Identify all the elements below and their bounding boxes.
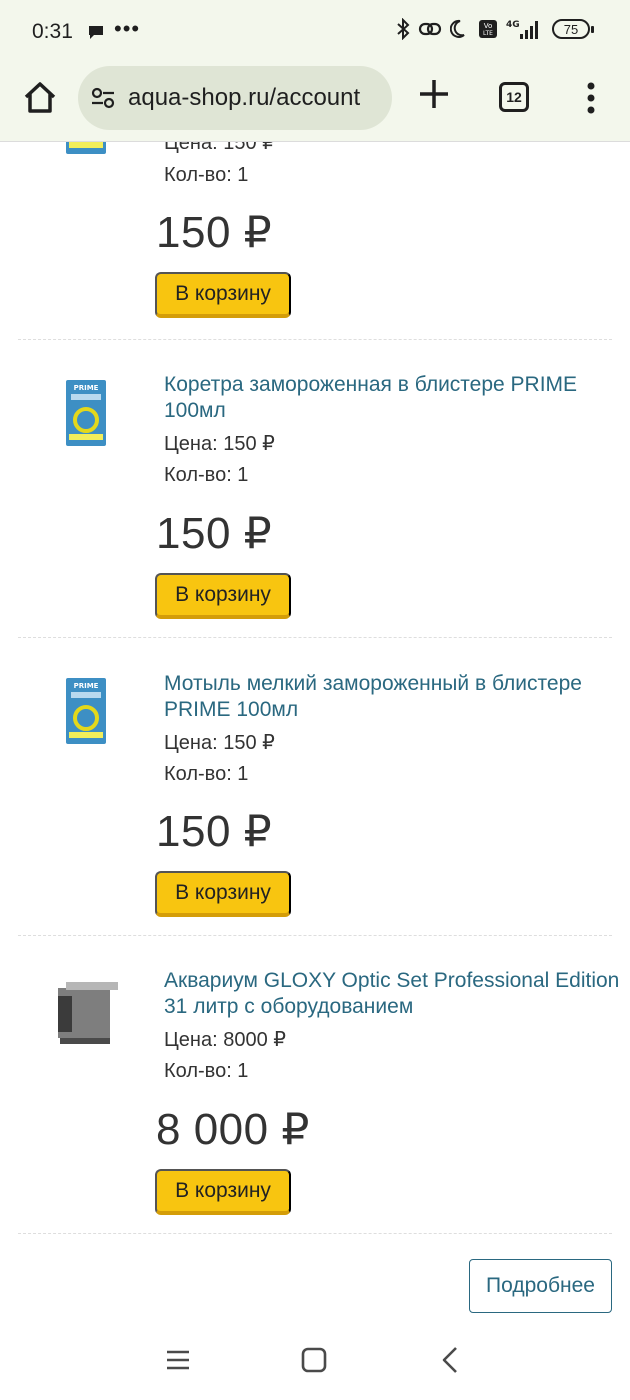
more-menu-icon[interactable] — [578, 78, 604, 118]
product-thumbnail[interactable]: PRIME — [36, 370, 130, 464]
do-not-disturb-moon-icon — [450, 19, 465, 38]
list-item: PRIME Коретра замороженная в блистере PR… — [18, 340, 612, 638]
item-quantity: Кол-во: 1 — [164, 164, 249, 186]
item-quantity: Кол-во: 1 — [164, 763, 249, 785]
site-settings-icon[interactable] — [90, 85, 116, 111]
order-items-list: Цена: 150 ₽ Кол-во: 1 150 ₽ В корзину PR… — [0, 142, 630, 1328]
list-item: Цена: 150 ₽ Кол-во: 1 150 ₽ В корзину — [18, 142, 612, 340]
svg-text:4G: 4G — [506, 20, 520, 30]
item-price-line: Цена: 8000 ₽ — [164, 1029, 286, 1051]
item-price: 150 ₽ — [156, 509, 273, 558]
item-title-link[interactable]: Мотыль мелкий замороженный в блистере PR… — [164, 671, 624, 723]
battery-level: 75 — [563, 21, 579, 37]
status-time: 0:31 — [32, 20, 73, 43]
status-bar: 0:31 ••• Vo LTE 4G 75 — [0, 0, 630, 62]
product-thumbnail[interactable] — [36, 142, 130, 176]
volte-icon: Vo LTE — [479, 20, 497, 38]
item-quantity: Кол-во: 1 — [164, 464, 249, 486]
new-tab-icon[interactable] — [414, 74, 454, 114]
product-thumbnail[interactable]: PRIME — [36, 668, 130, 762]
item-title-link[interactable]: Коретра замороженная в блистере PRIME 10… — [164, 372, 624, 424]
more-details-button[interactable]: Подробнее — [469, 1259, 612, 1313]
add-to-cart-button[interactable]: В корзину — [155, 272, 291, 318]
recent-apps-icon[interactable] — [158, 1342, 198, 1378]
system-nav-bar — [0, 1328, 630, 1400]
item-divider — [18, 1233, 612, 1234]
more-notifications-icon: ••• — [114, 16, 141, 41]
list-item: PRIME Мотыль мелкий замороженный в блист… — [18, 638, 612, 936]
home-nav-icon[interactable] — [294, 1342, 334, 1378]
tab-count: 12 — [506, 89, 522, 105]
chat-notification-icon — [89, 26, 103, 39]
svg-text:PRIME: PRIME — [74, 384, 99, 392]
product-thumbnail[interactable] — [36, 966, 130, 1060]
status-icons: Vo LTE 4G 75 — [396, 18, 594, 40]
url-text[interactable]: aqua-shop.ru/account — [128, 84, 360, 112]
svg-text:LTE: LTE — [483, 30, 493, 37]
item-price: 8 000 ₽ — [156, 1105, 310, 1154]
item-price-line: Цена: 150 ₽ — [164, 142, 275, 154]
back-nav-icon[interactable] — [430, 1342, 470, 1378]
item-price-line: Цена: 150 ₽ — [164, 433, 275, 455]
link-icon — [418, 22, 442, 36]
item-price: 150 ₽ — [156, 208, 273, 257]
address-bar[interactable]: aqua-shop.ru/account — [78, 66, 392, 130]
add-to-cart-button[interactable]: В корзину — [155, 573, 291, 619]
signal-4g-icon: 4G — [506, 20, 538, 39]
item-price-line: Цена: 150 ₽ — [164, 732, 275, 754]
svg-text:PRIME: PRIME — [74, 682, 99, 690]
svg-text:Vo: Vo — [484, 22, 493, 30]
item-price: 150 ₽ — [156, 807, 273, 856]
home-icon[interactable] — [20, 78, 60, 118]
browser-toolbar: aqua-shop.ru/account 12 — [0, 62, 630, 142]
bluetooth-icon — [397, 18, 410, 40]
item-title-link[interactable]: Аквариум GLOXY Optic Set Professional Ed… — [164, 968, 624, 1020]
add-to-cart-button[interactable]: В корзину — [155, 871, 291, 917]
list-item: Аквариум GLOXY Optic Set Professional Ed… — [18, 936, 619, 1234]
tab-switcher-button[interactable]: 12 — [499, 82, 529, 112]
battery-icon: 75 — [552, 19, 594, 39]
item-quantity: Кол-во: 1 — [164, 1060, 249, 1082]
add-to-cart-button[interactable]: В корзину — [155, 1169, 291, 1215]
